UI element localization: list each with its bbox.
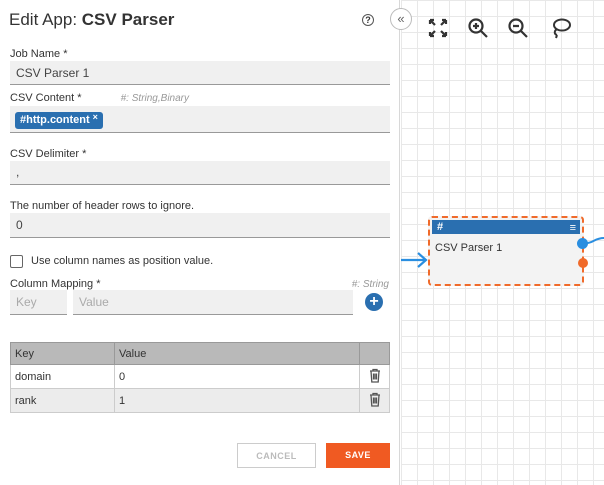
app-name: CSV Parser [81, 10, 175, 29]
column-header-value: Value [114, 342, 360, 365]
trash-icon [369, 392, 380, 407]
use-column-names-label: Use column names as position value. [31, 255, 214, 267]
table-row: rank 1 [10, 388, 390, 413]
edit-app-panel: Edit App: CSV Parser ? Job Name * CSV Pa… [0, 0, 400, 485]
http-content-tag[interactable]: #http.content × [15, 112, 103, 129]
column-header-actions [359, 342, 390, 365]
help-icon[interactable]: ? [362, 14, 374, 26]
node-header: # ≡ [432, 220, 580, 234]
header-rows-label: The number of header rows to ignore. [10, 200, 195, 212]
csv-parser-node[interactable]: # ≡ CSV Parser 1 [428, 216, 584, 286]
row-key: rank [10, 388, 115, 413]
column-header-key: Key [10, 342, 115, 365]
mapping-table: Key Value domain 0 rank 1 [10, 342, 390, 413]
incoming-connection-arrow [401, 252, 428, 268]
node-name: CSV Parser 1 [435, 242, 503, 254]
outgoing-connection-line [587, 237, 604, 244]
job-name-input[interactable]: CSV Parser 1 [10, 61, 390, 85]
mapping-key-input[interactable]: Key [10, 290, 67, 315]
header-rows-input[interactable]: 0 [10, 213, 390, 238]
node-menu-icon[interactable]: ≡ [570, 221, 576, 235]
job-name-label: Job Name * [10, 48, 68, 60]
lasso-icon[interactable] [550, 17, 572, 39]
trash-icon [369, 368, 380, 383]
table-row: domain 0 [10, 364, 390, 389]
row-value: 1 [114, 388, 360, 413]
delete-row-button[interactable] [359, 364, 390, 389]
use-column-names-checkbox[interactable] [10, 255, 23, 268]
page-title: Edit App: CSV Parser [9, 10, 175, 29]
csv-content-label: CSV Content * [10, 92, 82, 104]
csv-content-type-hint: #: String,Binary [120, 93, 189, 104]
collapse-panel-button[interactable]: « [390, 8, 412, 30]
table-header-row: Key Value [10, 342, 390, 365]
delete-row-button[interactable] [359, 388, 390, 413]
row-value: 0 [114, 364, 360, 389]
csv-delimiter-label: CSV Delimiter * [10, 148, 87, 160]
row-key: domain [10, 364, 115, 389]
zoom-in-icon[interactable] [467, 17, 489, 39]
mapping-value-input[interactable]: Value [73, 290, 353, 315]
double-chevron-left-icon: « [397, 11, 405, 26]
column-mapping-label: Column Mapping * [10, 278, 101, 290]
node-error-port[interactable] [578, 258, 588, 268]
save-button[interactable]: SAVE [326, 443, 390, 468]
zoom-out-icon[interactable] [507, 17, 529, 39]
node-type-label: # [437, 221, 444, 233]
fit-screen-icon[interactable] [427, 17, 449, 39]
tag-remove-icon[interactable]: × [93, 112, 98, 122]
cancel-button[interactable]: CANCEL [237, 443, 316, 468]
add-mapping-button[interactable]: + [365, 293, 383, 311]
column-mapping-type-hint: #: String [351, 279, 389, 290]
csv-delimiter-input[interactable]: , [10, 161, 390, 185]
